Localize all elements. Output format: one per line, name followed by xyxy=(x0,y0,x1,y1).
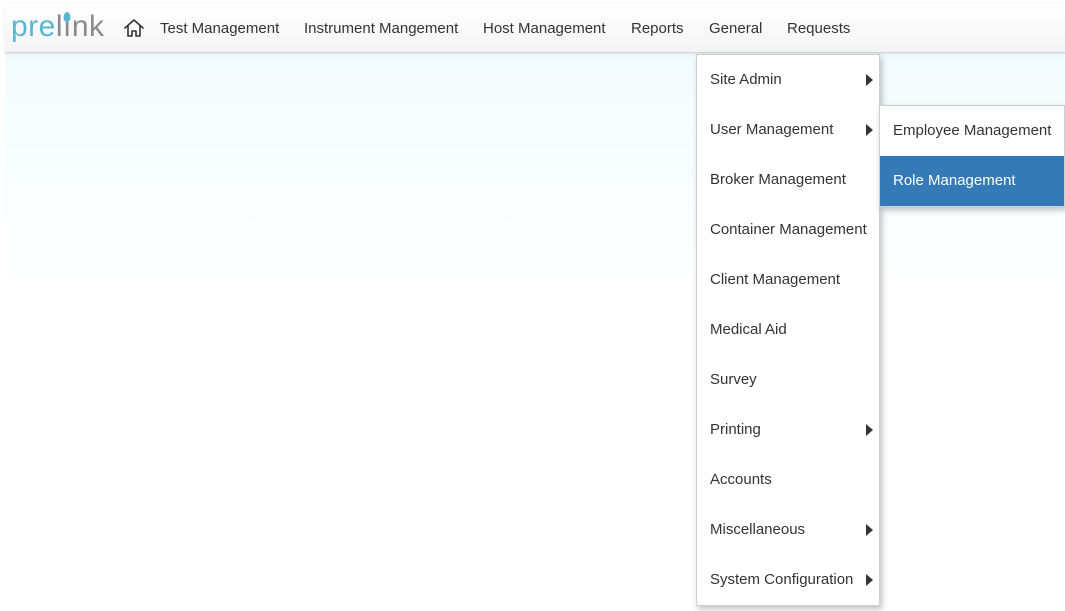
logo-text-pre: pre xyxy=(11,10,56,43)
menu-item-label: Site Admin xyxy=(710,71,782,88)
submenu-arrow-icon xyxy=(866,424,873,436)
nav-requests[interactable]: Requests xyxy=(787,4,850,53)
menu-item-container-management[interactable]: Container Management xyxy=(697,205,879,255)
menu-item-label: Accounts xyxy=(710,471,772,488)
nav-host-management[interactable]: Host Management xyxy=(483,4,606,53)
menu-item-label: Miscellaneous xyxy=(710,521,806,538)
menu-item-miscellaneous[interactable]: Miscellaneous xyxy=(697,505,879,555)
nav-test-management[interactable]: Test Management xyxy=(160,4,279,53)
menu-item-label: System Configuration xyxy=(710,571,854,588)
menu-item-medical-aid[interactable]: Medical Aid xyxy=(697,305,879,355)
menu-item-label: Medical Aid xyxy=(710,321,787,338)
menu-item-system-configuration[interactable]: System Configuration xyxy=(697,555,879,605)
menu-item-client-management[interactable]: Client Management xyxy=(697,255,879,305)
prelink-logo[interactable]: prelı nk xyxy=(11,9,105,45)
menu-item-site-admin[interactable]: Site Admin xyxy=(697,55,879,105)
nav-instrument-management[interactable]: Instrument Mangement xyxy=(304,4,458,53)
submenu-item-label: Employee Management xyxy=(893,122,1052,139)
submenu-arrow-icon xyxy=(866,124,873,136)
menu-item-broker-management[interactable]: Broker Management xyxy=(697,155,879,205)
menu-item-label: User Management xyxy=(710,121,834,138)
menu-item-label: Container Management xyxy=(710,221,867,238)
submenu-item-employee-management[interactable]: Employee Management xyxy=(880,106,1064,156)
user-management-submenu: Employee Management Role Management xyxy=(879,105,1065,207)
nav-reports[interactable]: Reports xyxy=(631,4,684,53)
submenu-arrow-icon xyxy=(866,524,873,536)
submenu-arrow-icon xyxy=(866,74,873,86)
menu-item-accounts[interactable]: Accounts xyxy=(697,455,879,505)
menu-item-label: Client Management xyxy=(710,271,841,288)
menu-item-label: Printing xyxy=(710,421,761,438)
submenu-arrow-icon xyxy=(866,574,873,586)
menu-item-printing[interactable]: Printing xyxy=(697,405,879,455)
general-dropdown-menu: Site Admin User Management Broker Manage… xyxy=(696,54,880,606)
menu-item-label: Broker Management xyxy=(710,171,846,188)
menu-item-user-management[interactable]: User Management xyxy=(697,105,879,155)
home-icon[interactable] xyxy=(123,18,145,38)
menu-item-label: Survey xyxy=(710,371,757,388)
submenu-item-label: Role Management xyxy=(893,172,1016,189)
logo-text-link: lı nk xyxy=(55,10,105,43)
submenu-item-role-management[interactable]: Role Management xyxy=(880,156,1064,206)
nav-general[interactable]: General xyxy=(709,4,762,53)
top-navbar: prelı nk Test Management Instrument Mange… xyxy=(5,4,1065,53)
logo-drop-icon xyxy=(63,12,71,22)
menu-item-survey[interactable]: Survey xyxy=(697,355,879,405)
